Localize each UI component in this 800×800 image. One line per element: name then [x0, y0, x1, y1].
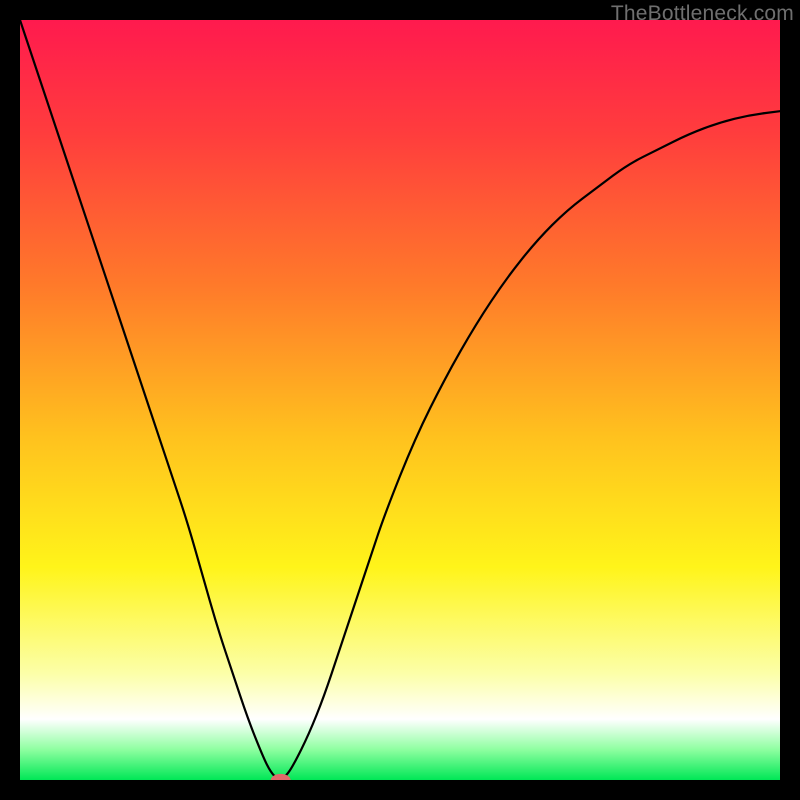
watermark-text: TheBottleneck.com	[611, 2, 794, 26]
gradient-background	[20, 20, 780, 780]
chart-frame	[20, 20, 780, 780]
bottleneck-chart	[20, 20, 780, 780]
